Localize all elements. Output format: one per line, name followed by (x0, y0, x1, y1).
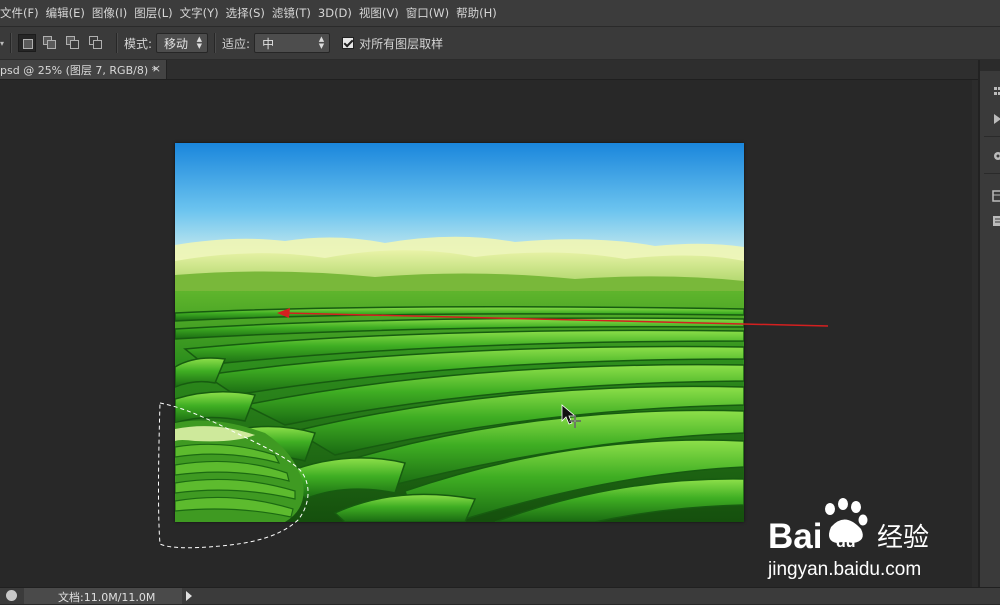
selection-intersect-button[interactable] (87, 34, 105, 52)
menu-bar: 文件(F) 编辑(E) 图像(I) 图层(L) 文字(Y) 选择(S) 滤镜(T… (0, 0, 1000, 27)
dock-divider (984, 173, 1000, 174)
add-selection-icon-part (47, 40, 56, 49)
divider (214, 33, 217, 53)
menu-3d[interactable]: 3D(D) (318, 6, 359, 20)
svg-text:Bai: Bai (768, 517, 822, 556)
options-bar: ▾ 模式: 移动 ▲ ▼ 适应: 中 ▲ ▼ 对所有图层取样 (0, 27, 1000, 60)
selection-new-button[interactable] (18, 34, 36, 52)
tool-preset-arrow-icon[interactable]: ▾ (0, 39, 10, 48)
channels-panel-icon[interactable] (992, 215, 1000, 227)
history-panel-icon[interactable] (992, 86, 1000, 98)
menu-layer[interactable]: 图层(L) (134, 5, 179, 21)
svg-text:du: du (836, 534, 856, 551)
menu-type[interactable]: 文字(Y) (180, 5, 226, 21)
sample-all-layers-checkbox[interactable] (342, 37, 355, 49)
svg-text:jingyan.baidu.com: jingyan.baidu.com (767, 559, 921, 580)
document-tab[interactable]: psd @ 25% (图层 7, RGB/8) * × (0, 60, 167, 79)
mode-label: 模式: (124, 36, 153, 51)
updown-icon: ▲ ▼ (196, 35, 203, 50)
mode-value: 移动 (164, 36, 189, 51)
subtract-selection-icon-part (70, 40, 79, 49)
adapt-value: 中 (262, 36, 275, 51)
mode-select[interactable]: 移动 ▲ ▼ (156, 33, 209, 53)
layers-panel-icon[interactable] (992, 190, 1000, 202)
adapt-select[interactable]: 中 ▲ ▼ (254, 33, 331, 53)
baidu-jingyan-watermark: Bai du 经验 jingyan.baidu.com (765, 495, 955, 585)
menu-file[interactable]: 文件(F) (0, 5, 46, 21)
menu-filter[interactable]: 滤镜(T) (272, 5, 318, 21)
status-menu-arrow-icon[interactable] (186, 591, 192, 601)
document-tab-title: psd @ 25% (图层 7, RGB/8) * (0, 63, 158, 77)
document-tab-bar: psd @ 25% (图层 7, RGB/8) * × (0, 60, 980, 80)
dock-divider (984, 136, 1000, 137)
dock-header[interactable] (980, 60, 1000, 71)
svg-text:经验: 经验 (877, 523, 929, 553)
menu-edit[interactable]: 编辑(E) (46, 5, 92, 21)
menu-view[interactable]: 视图(V) (359, 5, 406, 21)
menu-image[interactable]: 图像(I) (92, 5, 134, 21)
adapt-label: 适应: (222, 36, 251, 51)
close-icon[interactable]: × (152, 62, 161, 75)
intersect-selection-icon-part (93, 40, 102, 49)
actions-play-icon[interactable] (992, 113, 1000, 125)
tea-field-photo (175, 143, 744, 522)
zoom-icon[interactable] (6, 590, 17, 601)
divider (116, 33, 118, 53)
menu-help[interactable]: 帮助(H) (456, 5, 504, 21)
menu-window[interactable]: 窗口(W) (406, 5, 456, 21)
properties-panel-icon[interactable] (992, 150, 1000, 162)
document-image[interactable] (175, 143, 744, 522)
status-bar: 文档:11.0M/11.0M (0, 587, 1000, 604)
updown-icon: ▲ ▼ (318, 35, 325, 50)
sample-all-layers-label: 对所有图层取样 (359, 36, 444, 51)
panel-dock (978, 60, 1000, 590)
baidu-logo: Bai du 经验 jingyan.baidu.com (767, 498, 929, 580)
divider (10, 33, 12, 53)
new-selection-icon (23, 39, 33, 49)
selection-add-button[interactable] (41, 34, 59, 52)
selection-subtract-button[interactable] (64, 34, 82, 52)
menu-select[interactable]: 选择(S) (226, 5, 272, 21)
